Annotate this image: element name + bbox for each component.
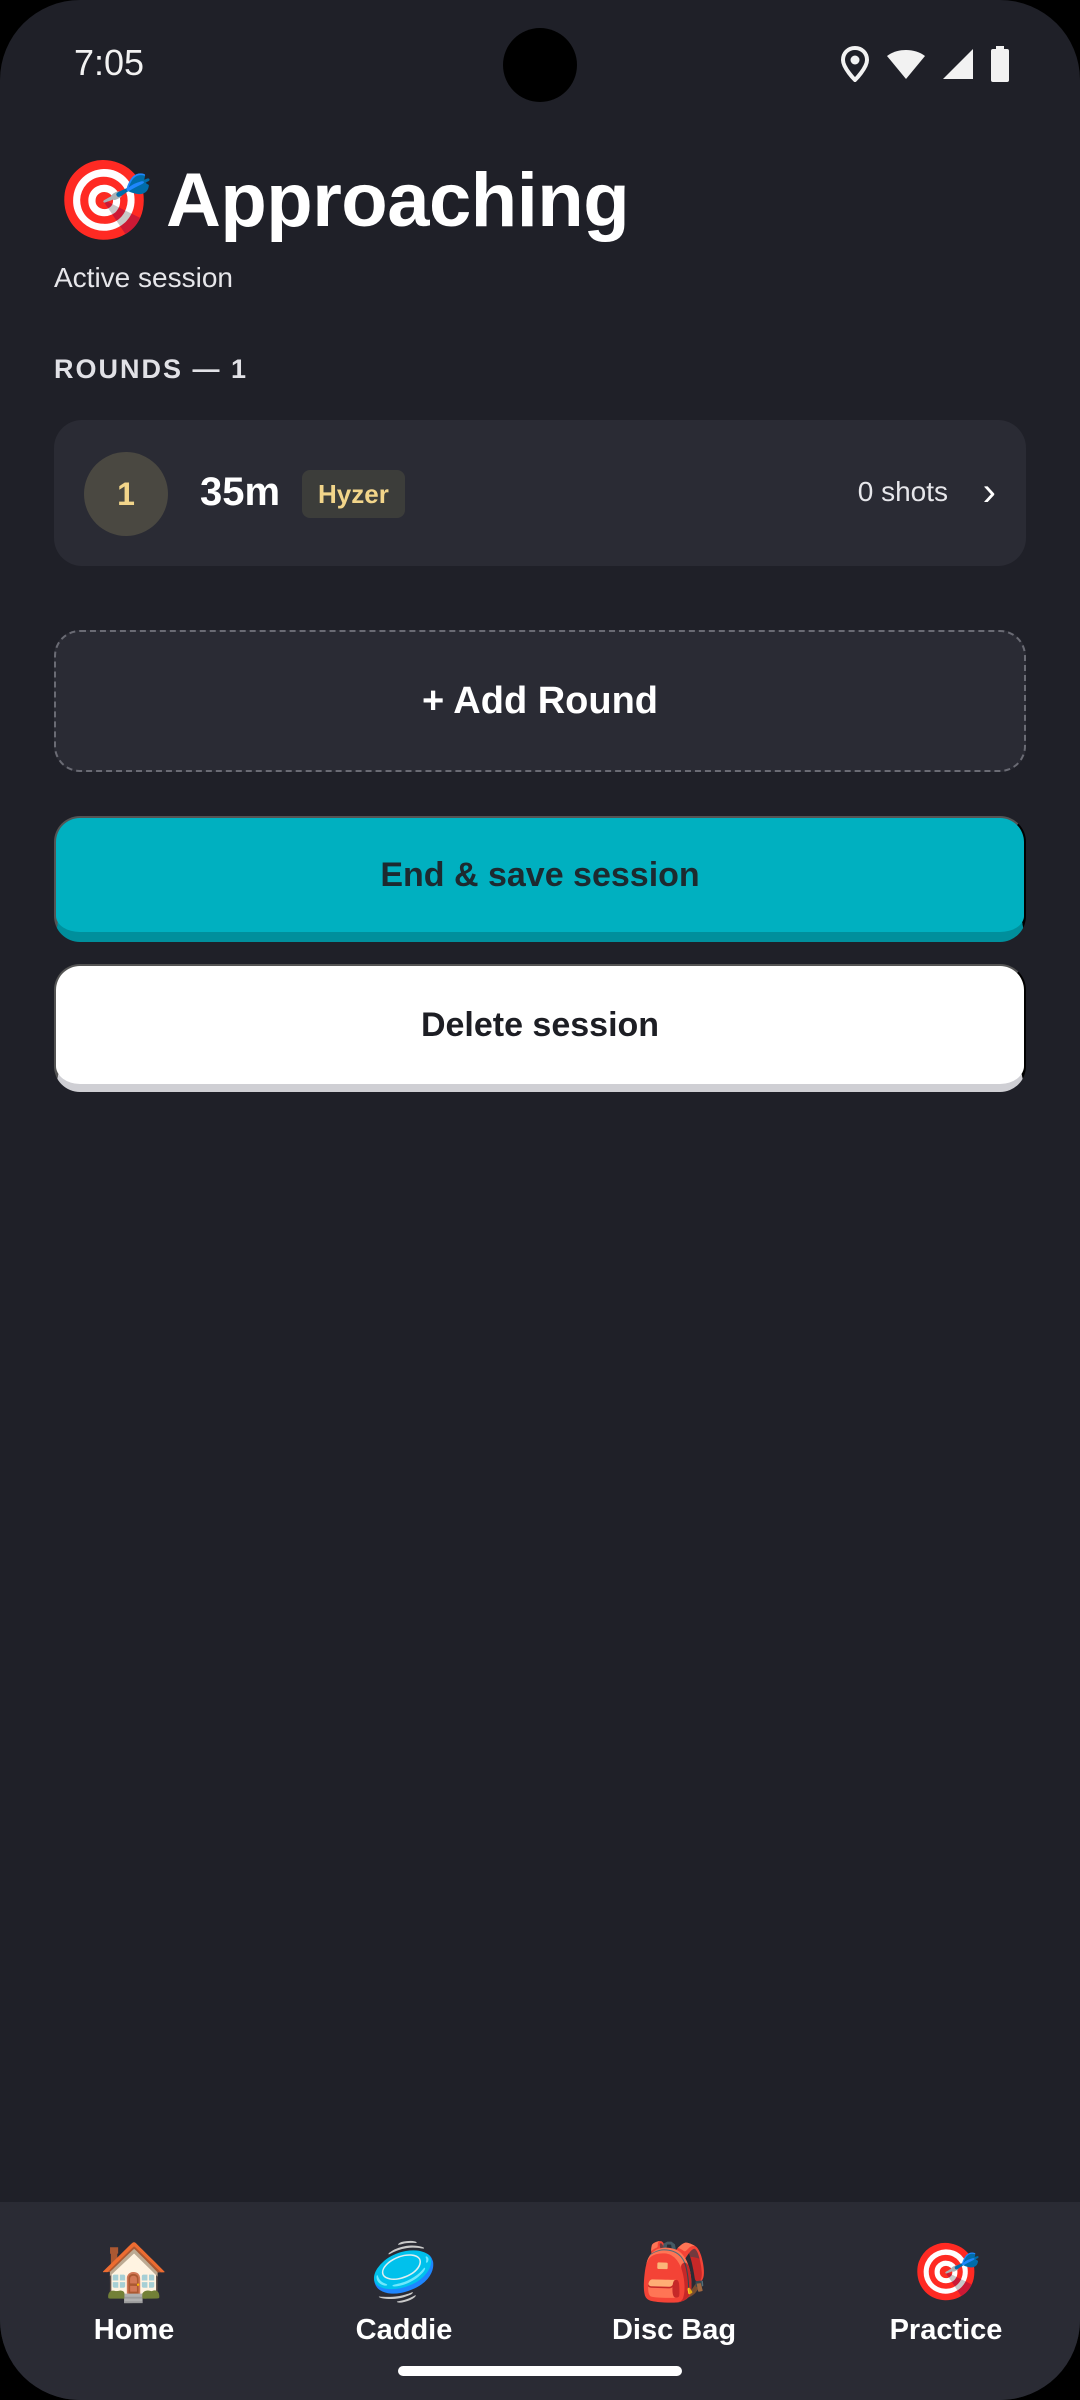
- session-status: Active session: [54, 262, 233, 293]
- status-icons: [840, 46, 1010, 82]
- home-indicator[interactable]: [398, 2366, 682, 2376]
- disc-icon: 🥏: [369, 2240, 439, 2303]
- camera-cutout: [503, 28, 577, 102]
- delete-session-button[interactable]: Delete session: [54, 964, 1026, 1092]
- add-round-button[interactable]: + Add Round: [54, 630, 1026, 772]
- status-time: 7:05: [74, 42, 145, 83]
- nav-label: Practice: [889, 2314, 1003, 2346]
- backpack-icon: 🎒: [639, 2240, 709, 2303]
- round-number-badge: 1: [84, 452, 168, 536]
- nav-item-caddie[interactable]: 🥏 Caddie: [304, 2240, 504, 2360]
- nav-label: Disc Bag: [611, 2314, 737, 2346]
- rounds-section-label: ROUNDS — 1: [54, 354, 249, 384]
- page-title: Approaching: [166, 157, 630, 243]
- target-icon: 🎯: [911, 2240, 981, 2303]
- target-icon: 🎯: [55, 156, 153, 244]
- nav-label: Caddie: [355, 2314, 453, 2346]
- round-card[interactable]: 1 35m Hyzer 0 shots ›: [54, 420, 1026, 566]
- home-icon: 🏠: [99, 2240, 169, 2303]
- title-row: 🎯 Approaching: [54, 150, 629, 250]
- nav-item-disc-bag[interactable]: 🎒 Disc Bag: [574, 2240, 774, 2360]
- status-bar: 7:05: [0, 0, 1080, 130]
- nav-item-practice[interactable]: 🎯 Practice: [846, 2240, 1046, 2360]
- end-save-session-button[interactable]: End & save session: [54, 816, 1026, 942]
- app-screen: 7:05 🎯 Approaching Active session ROUNDS…: [0, 0, 1080, 2400]
- wifi-icon: [886, 48, 926, 80]
- nav-label: Home: [93, 2314, 175, 2346]
- battery-icon: [990, 46, 1010, 82]
- signal-icon: [942, 48, 974, 80]
- nav-item-home[interactable]: 🏠 Home: [34, 2240, 234, 2360]
- shot-count: 0 shots: [857, 476, 948, 507]
- throw-type-badge: Hyzer: [302, 470, 405, 518]
- chevron-right-icon: ›: [982, 470, 996, 514]
- location-icon: [840, 46, 870, 82]
- round-distance: 35m: [200, 470, 281, 514]
